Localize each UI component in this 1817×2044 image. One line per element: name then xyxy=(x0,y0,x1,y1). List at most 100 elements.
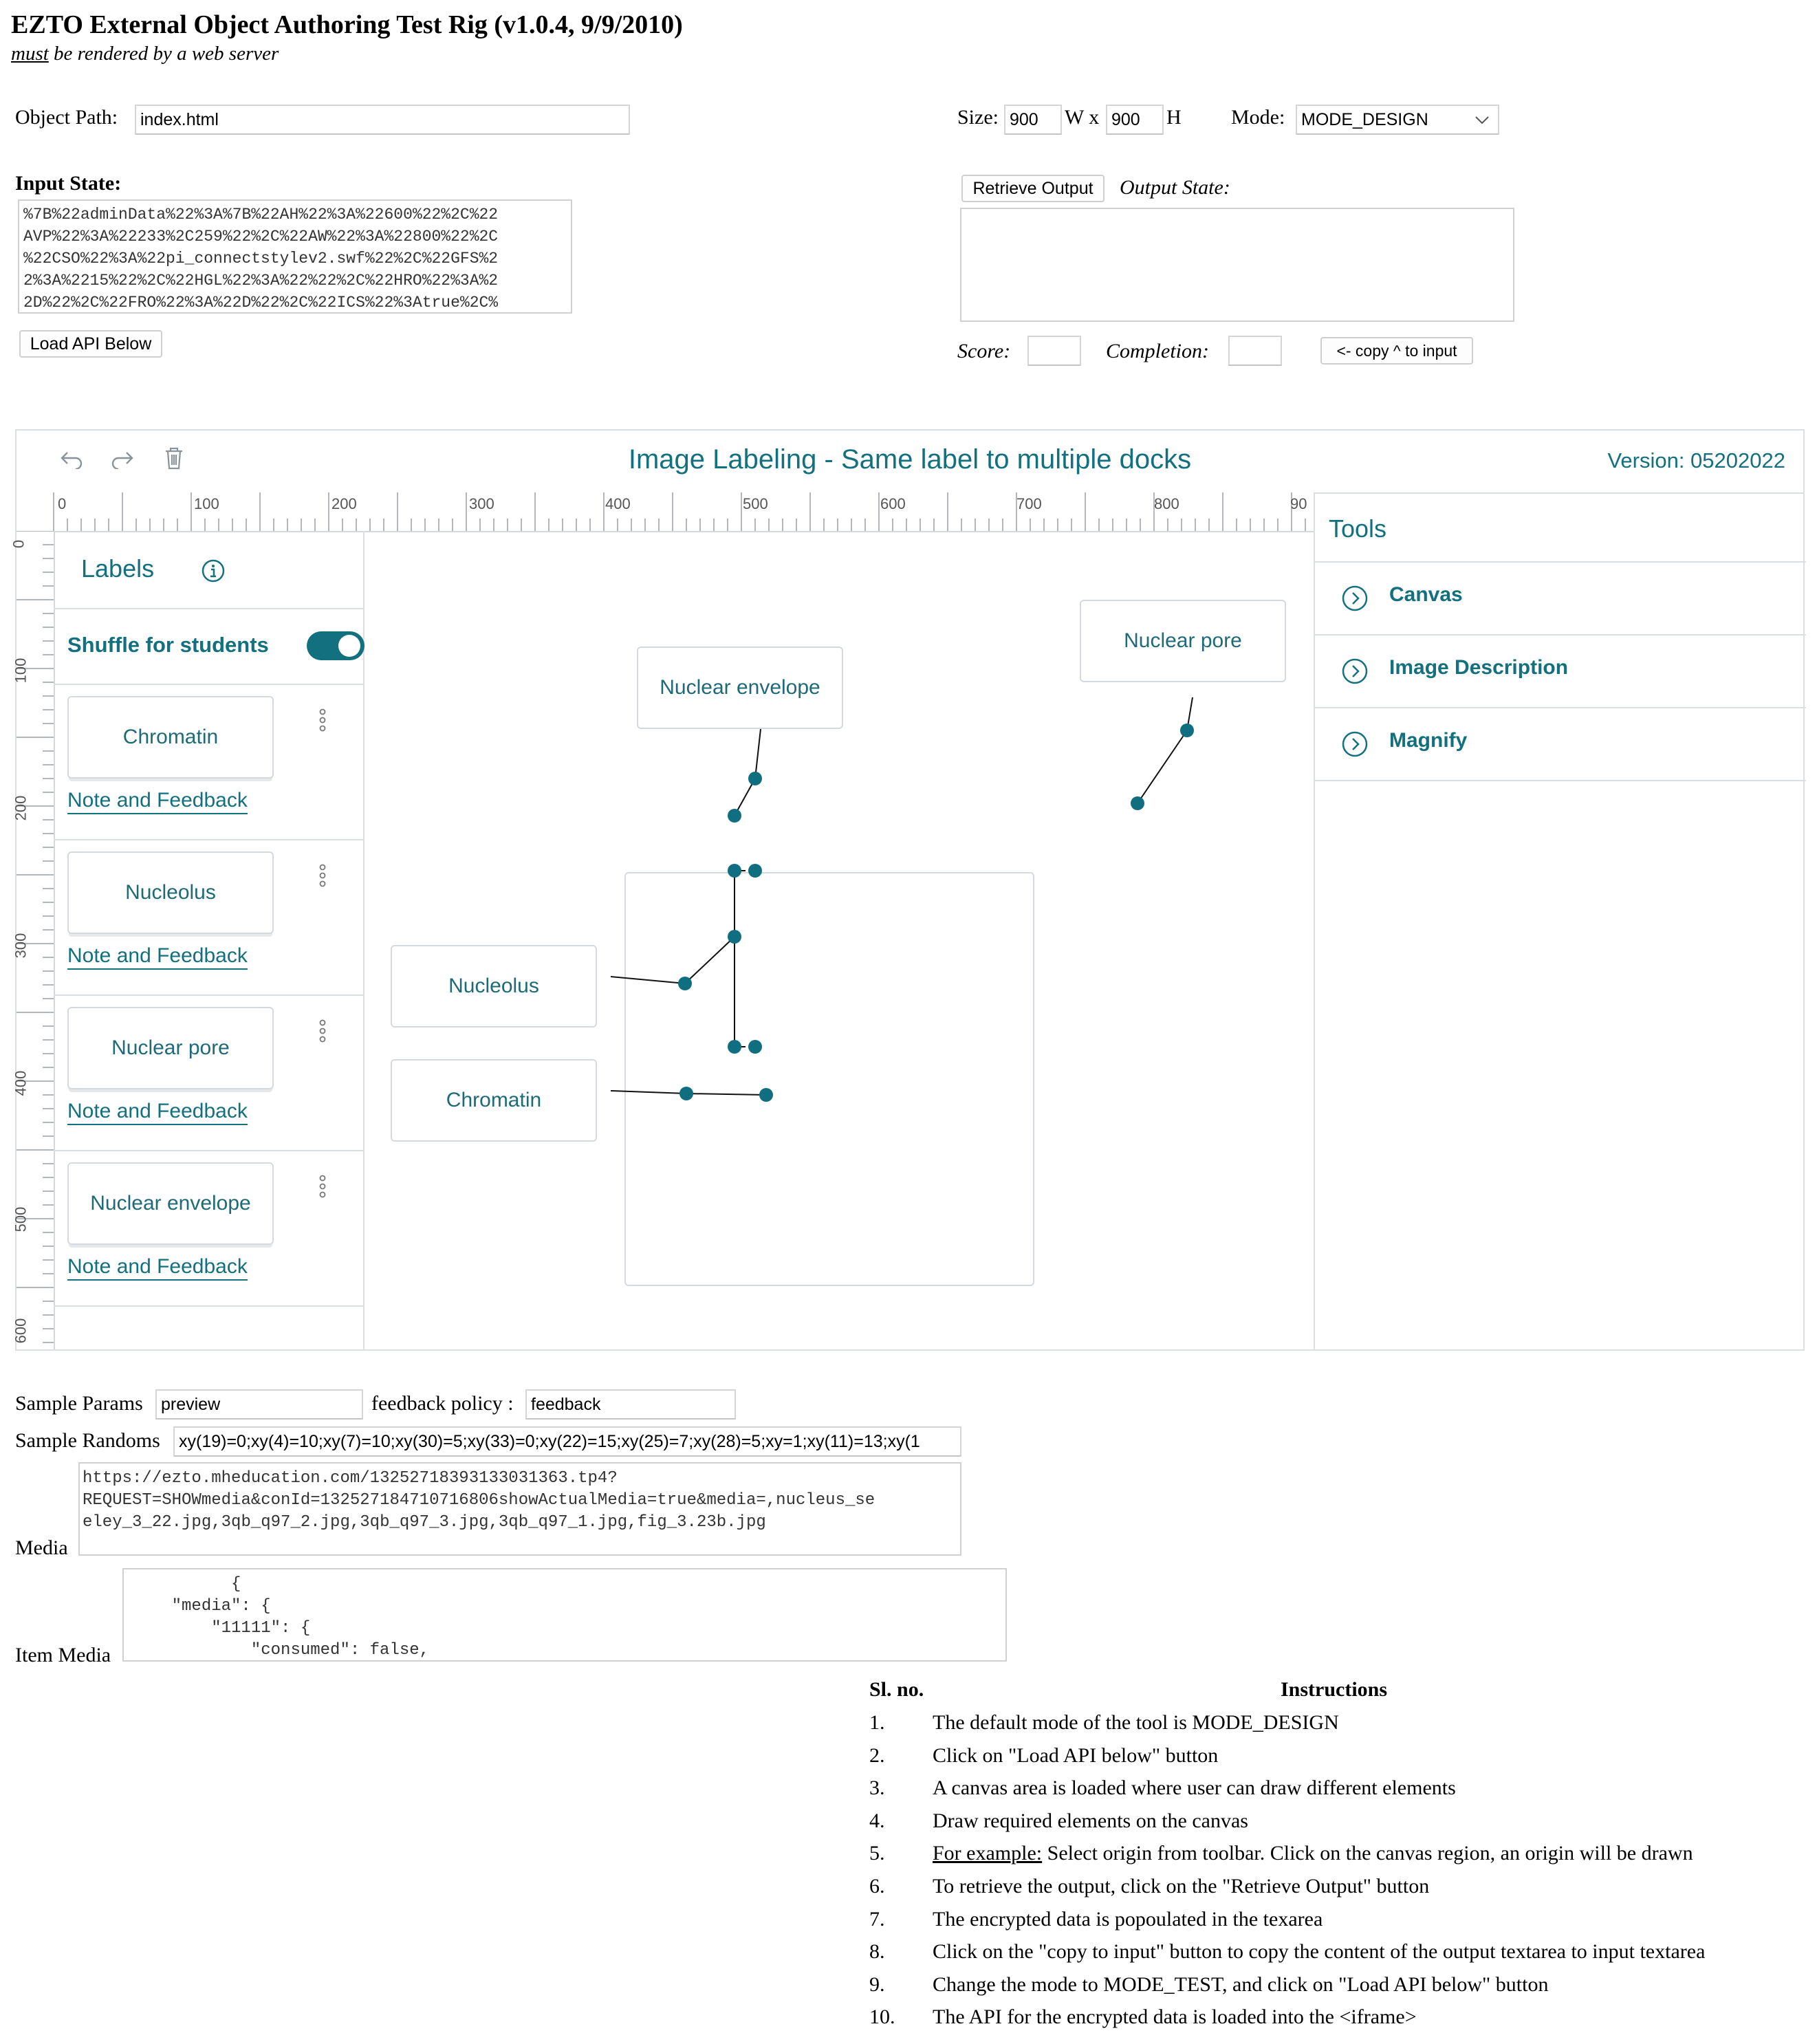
score-input[interactable] xyxy=(1027,336,1081,366)
object-path-input[interactable]: index.html xyxy=(135,105,630,135)
media-label: Media xyxy=(15,1536,68,1559)
sample-randoms-input[interactable]: xy(19)=0;xy(4)=10;xy(7)=10;xy(30)=5;xy(3… xyxy=(173,1426,961,1457)
instruction-number: 7. xyxy=(869,1908,885,1931)
ruler-h-label: 400 xyxy=(605,495,631,512)
instruction-number: 3. xyxy=(869,1776,885,1799)
note-feedback-link[interactable]: Note and Feedback xyxy=(67,944,248,970)
tools-header: Tools xyxy=(1315,492,1806,563)
canvas-label-nuclear-pore[interactable]: Nuclear pore xyxy=(1080,600,1286,682)
design-canvas[interactable]: Nuclear envelope Nuclear pore Nucleolus … xyxy=(363,531,1314,1349)
tool-label: Magnify xyxy=(1389,729,1468,752)
input-state-label: Input State: xyxy=(15,172,122,195)
more-options-icon[interactable] xyxy=(318,1175,327,1199)
item-media-textarea[interactable]: { "media": { "11111": { "consumed": fals… xyxy=(122,1568,1007,1662)
width-input[interactable]: 900 xyxy=(1004,105,1062,135)
ruler-h-label: 700 xyxy=(1016,495,1042,512)
instruction-lead: For example: xyxy=(933,1842,1043,1864)
ruler-h-label: 90 xyxy=(1290,495,1307,512)
instruction-text: Click on "Load API below" button xyxy=(933,1744,1219,1767)
canvas-label-chromatin[interactable]: Chromatin xyxy=(391,1059,597,1142)
labels-title: Labels xyxy=(81,554,155,583)
sample-randoms-label: Sample Randoms xyxy=(15,1429,160,1452)
mode-label: Mode: xyxy=(1231,106,1285,129)
instruction-text: Draw required elements on the canvas xyxy=(933,1809,1248,1832)
instruction-number: 10. xyxy=(869,2005,895,2028)
labels-header: Labels xyxy=(54,531,363,609)
page-title: EZTO External Object Authoring Test Rig … xyxy=(11,10,683,39)
instruction-text: Change the mode to MODE_TEST, and click … xyxy=(933,1973,1549,1996)
vertical-ruler: 0 100 200 300 400 500 600 xyxy=(10,531,55,1349)
dock-point xyxy=(678,977,692,990)
canvas-label-nucleolus[interactable]: Nucleolus xyxy=(391,945,597,1028)
chevron-right-circle-icon xyxy=(1342,658,1368,684)
info-icon[interactable] xyxy=(201,558,226,583)
instruction-text: To retrieve the output, click on the "Re… xyxy=(933,1875,1430,1898)
ruler-h-label: 300 xyxy=(469,495,494,512)
chevron-right-circle-icon xyxy=(1342,585,1368,611)
canvas-label-nuclear-envelope[interactable]: Nuclear envelope xyxy=(637,646,843,729)
more-options-icon[interactable] xyxy=(318,864,327,889)
dock-point xyxy=(759,1088,773,1102)
labels-panel: Labels Shuffle for students Chromatin No… xyxy=(54,531,365,1349)
load-api-button[interactable]: Load API Below xyxy=(19,330,162,358)
sample-params-label: Sample Params xyxy=(15,1392,143,1415)
media-textarea[interactable]: https://ezto.mheducation.com/13252718393… xyxy=(78,1462,961,1556)
feedback-policy-input[interactable]: feedback xyxy=(525,1389,736,1420)
shuffle-toggle[interactable] xyxy=(307,631,365,660)
note-feedback-link[interactable]: Note and Feedback xyxy=(67,788,248,814)
version-text: Version: 05202022 xyxy=(1607,448,1785,472)
tool-item-image-description[interactable]: Image Description xyxy=(1315,635,1806,708)
label-item: Nucleolus Note and Feedback xyxy=(54,839,363,996)
tool-label: Canvas xyxy=(1389,583,1463,606)
retrieve-output-button[interactable]: Retrieve Output xyxy=(961,175,1105,202)
app-toolbar: Image Labeling - Same label to multiple … xyxy=(17,431,1803,494)
tool-item-canvas[interactable]: Canvas xyxy=(1315,563,1806,635)
item-media-label: Item Media xyxy=(15,1644,111,1666)
instruction-text: Click on the "copy to input" button to c… xyxy=(933,1940,1706,1963)
height-input[interactable]: 900 xyxy=(1106,105,1164,135)
ruler-v-label: 400 xyxy=(12,1070,30,1096)
authoring-app: Image Labeling - Same label to multiple … xyxy=(10,429,1806,1351)
label-card[interactable]: Chromatin xyxy=(67,696,274,779)
instruction-number: 8. xyxy=(869,1940,885,1963)
label-card[interactable]: Nucleolus xyxy=(67,851,274,934)
instruction-number: 5. xyxy=(869,1842,885,1864)
dock-point xyxy=(748,772,762,785)
dock-point xyxy=(1180,724,1194,737)
note-feedback-link[interactable]: Note and Feedback xyxy=(67,1254,248,1281)
more-options-icon[interactable] xyxy=(318,1019,327,1044)
instruction-rest: Select origin from toolbar. Click on the… xyxy=(1042,1842,1693,1864)
input-state-textarea[interactable]: %7B%22adminData%22%3A%7B%22AH%22%3A%2260… xyxy=(18,199,572,314)
instruction-text: A canvas area is loaded where user can d… xyxy=(933,1776,1456,1799)
subtitle-rest: be rendered by a web server xyxy=(48,43,279,65)
tools-title: Tools xyxy=(1329,514,1387,543)
tool-item-magnify[interactable]: Magnify xyxy=(1315,708,1806,781)
copy-to-input-button[interactable]: <- copy ^ to input xyxy=(1320,337,1473,365)
instructions-col-title: Instructions xyxy=(1281,1678,1388,1701)
label-card[interactable]: Nuclear envelope xyxy=(67,1162,274,1245)
completion-input[interactable] xyxy=(1228,336,1282,366)
note-feedback-link[interactable]: Note and Feedback xyxy=(67,1099,248,1125)
subtitle-emphasis: must xyxy=(11,43,49,65)
page-subtitle: must be rendered by a web server xyxy=(11,43,279,65)
label-card[interactable]: Nuclear pore xyxy=(67,1007,274,1089)
dock-point xyxy=(679,1087,693,1100)
more-options-icon[interactable] xyxy=(318,708,327,733)
horizontal-ruler: 0 100 200 300 400 500 600 700 800 90 xyxy=(17,492,1314,532)
dock-point xyxy=(728,864,741,878)
instruction-number: 1. xyxy=(869,1711,885,1734)
ruler-h-label: 500 xyxy=(743,495,768,512)
chevron-down-icon xyxy=(1475,116,1489,124)
chevron-right-circle-icon xyxy=(1342,731,1368,757)
output-state-textarea[interactable] xyxy=(960,208,1514,322)
mode-select[interactable]: MODE_DESIGN xyxy=(1296,105,1499,135)
ruler-v-label: 300 xyxy=(12,933,30,959)
instruction-text: The API for the encrypted data is loaded… xyxy=(933,2005,1417,2028)
ruler-v-label: 100 xyxy=(12,657,30,684)
output-state-label: Output State: xyxy=(1120,176,1230,199)
sample-params-input[interactable]: preview xyxy=(155,1389,363,1420)
shuffle-label: Shuffle for students xyxy=(67,633,269,657)
ruler-v-label: 500 xyxy=(12,1206,30,1232)
dock-point xyxy=(1131,796,1144,810)
instruction-number: 2. xyxy=(869,1744,885,1767)
